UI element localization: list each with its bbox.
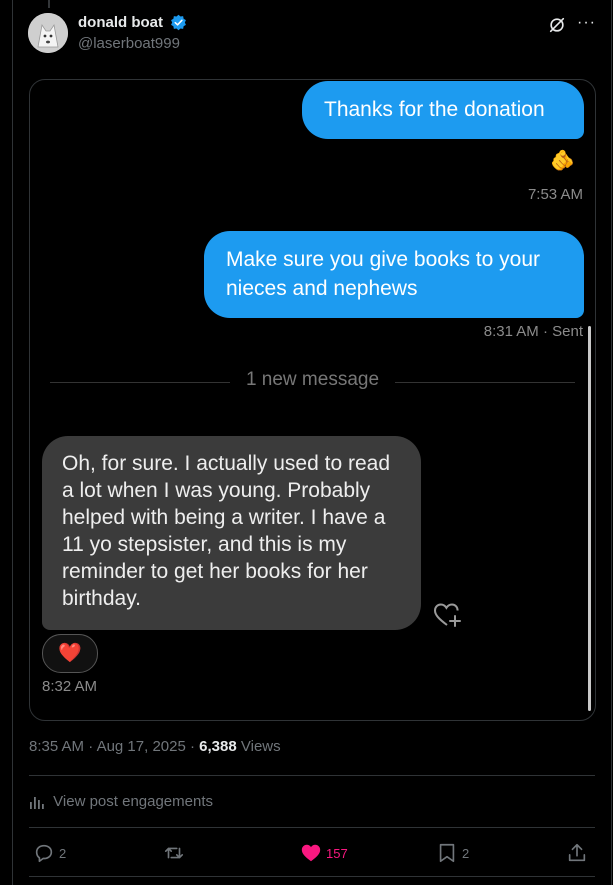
- scrollbar: [588, 326, 591, 711]
- reply-icon: [35, 844, 53, 863]
- like-count: 157: [326, 845, 348, 861]
- reply-count: 2: [59, 845, 67, 861]
- repost-icon: [164, 847, 184, 859]
- post-date[interactable]: Aug 17, 2025: [97, 738, 186, 755]
- reply-button[interactable]: 2: [33, 840, 66, 866]
- divider-label: 1 new message: [245, 369, 380, 390]
- meta-separator: ·: [189, 738, 200, 755]
- message-bubble-received: Oh, for sure. I actually used to read a …: [42, 436, 421, 630]
- share-icon: [568, 843, 586, 862]
- post-meta: 8:35 AM · Aug 17, 2025 · 6,388 Views: [29, 738, 281, 755]
- dm-screenshot-image[interactable]: Thanks for the donation 🫵 7:53 AM Make s…: [29, 79, 596, 721]
- new-message-divider: 1 new message: [50, 369, 575, 392]
- post-time[interactable]: 8:35 AM: [29, 738, 84, 755]
- handle[interactable]: @laserboat999: [78, 35, 187, 52]
- analytics-icon: [30, 797, 44, 810]
- message-bubble-sent: Make sure you give books to your nieces …: [204, 231, 584, 318]
- more-icon[interactable]: ···: [577, 14, 596, 32]
- message-bubble-sent: Thanks for the donation: [302, 81, 584, 139]
- views-count: 6,388: [199, 738, 237, 755]
- view-engagements-link[interactable]: View post engagements: [29, 793, 213, 810]
- share-button[interactable]: [566, 840, 592, 866]
- divider: [29, 827, 595, 828]
- divider: [29, 775, 595, 776]
- views-label: Views: [240, 738, 281, 755]
- grok-icon[interactable]: [548, 16, 566, 34]
- divider: [29, 876, 595, 877]
- add-reaction-icon: [433, 603, 461, 627]
- thread-line: [48, 0, 50, 8]
- heart-filled-icon: [301, 844, 321, 862]
- pointing-emoji-reaction: 🫵: [550, 150, 575, 172]
- repost-button[interactable]: [163, 840, 189, 866]
- meta-separator: ·: [88, 738, 97, 755]
- user-block: donald boat @laserboat999: [78, 14, 187, 52]
- verified-badge-icon: [171, 15, 187, 31]
- message-timestamp: 8:32 AM: [42, 678, 98, 695]
- display-name[interactable]: donald boat: [78, 14, 163, 31]
- avatar[interactable]: [28, 13, 68, 53]
- message-timestamp: 7:53 AM: [527, 186, 583, 203]
- like-button[interactable]: 157: [300, 840, 348, 866]
- bookmark-icon: [439, 843, 455, 863]
- column-border-right: [611, 0, 612, 885]
- bookmark-count: 2: [462, 845, 470, 861]
- bookmark-button[interactable]: 2: [436, 840, 469, 866]
- message-timestamp-sent: 8:31 AM · Sent: [483, 323, 583, 340]
- divider-line: [395, 382, 575, 383]
- column-border-left: [12, 0, 13, 885]
- heart-reaction: ❤️: [42, 634, 98, 673]
- post-header: donald boat @laserboat999 ···: [28, 12, 600, 56]
- engagements-label: View post engagements: [53, 793, 214, 810]
- action-bar: 2 157 2: [29, 840, 595, 866]
